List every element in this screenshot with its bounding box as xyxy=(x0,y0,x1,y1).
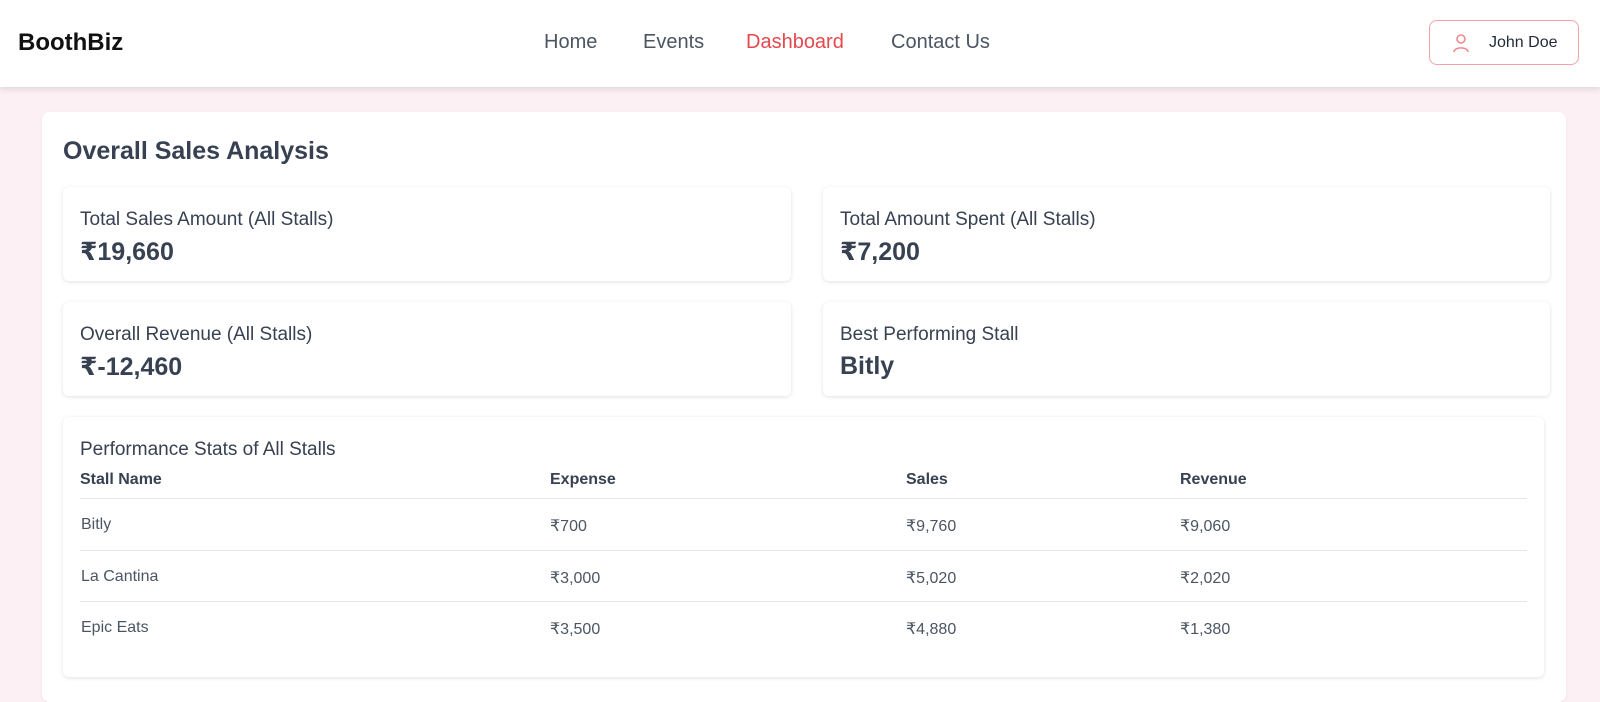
cell-stall-name: Bitly xyxy=(81,516,112,533)
nav-links: Home Events Dashboard Contact Us xyxy=(0,31,1600,61)
stat-value: ₹7,200 xyxy=(840,238,920,266)
navbar: BoothBiz Home Events Dashboard Contact U… xyxy=(0,0,1600,87)
stat-label: Best Performing Stall xyxy=(840,324,1019,345)
nav-link-contact-us[interactable]: Contact Us xyxy=(891,31,990,54)
table-row: Epic Eats ₹3,500 ₹4,880 ₹1,380 xyxy=(80,601,1527,652)
nav-link-home[interactable]: Home xyxy=(544,31,597,54)
stat-label: Overall Revenue (All Stalls) xyxy=(80,324,313,345)
table-row: La Cantina ₹3,000 ₹5,020 ₹2,020 xyxy=(80,550,1527,601)
table-row: Bitly ₹700 ₹9,760 ₹9,060 xyxy=(80,498,1527,549)
cell-revenue: ₹1,380 xyxy=(1180,621,1231,638)
stat-value: ₹19,660 xyxy=(80,238,174,266)
stat-card-best-stall: Best Performing Stall Bitly xyxy=(823,302,1550,396)
cell-revenue: ₹2,020 xyxy=(1180,570,1231,587)
user-menu-button[interactable]: John Doe xyxy=(1429,20,1579,65)
stat-label: Total Amount Spent (All Stalls) xyxy=(840,209,1096,230)
cell-sales: ₹5,020 xyxy=(906,570,957,587)
stat-value: Bitly xyxy=(840,352,895,380)
stat-card-total-sales: Total Sales Amount (All Stalls) ₹19,660 xyxy=(63,187,791,281)
column-header-stall-name: Stall Name xyxy=(80,471,162,488)
cell-stall-name: Epic Eats xyxy=(81,619,149,636)
user-icon xyxy=(1453,34,1469,53)
user-name: John Doe xyxy=(1489,34,1558,51)
stat-card-total-spent: Total Amount Spent (All Stalls) ₹7,200 xyxy=(823,187,1550,281)
page-title: Overall Sales Analysis xyxy=(63,137,329,165)
nav-link-events[interactable]: Events xyxy=(643,31,704,54)
cell-expense: ₹3,000 xyxy=(550,570,601,587)
stall-performance-table: Performance Stats of All Stalls Stall Na… xyxy=(63,417,1544,677)
cell-sales: ₹9,760 xyxy=(906,518,957,535)
stat-label: Total Sales Amount (All Stalls) xyxy=(80,209,334,230)
column-header-expense: Expense xyxy=(550,471,616,488)
column-header-revenue: Revenue xyxy=(1180,471,1247,488)
sales-analysis-card: Overall Sales Analysis Total Sales Amoun… xyxy=(42,112,1566,702)
stat-value: ₹-12,460 xyxy=(80,353,183,381)
stat-card-overall-revenue: Overall Revenue (All Stalls) ₹-12,460 xyxy=(63,302,791,396)
column-header-sales: Sales xyxy=(906,471,948,488)
nav-link-dashboard[interactable]: Dashboard xyxy=(746,31,844,54)
cell-sales: ₹4,880 xyxy=(906,621,957,638)
cell-revenue: ₹9,060 xyxy=(1180,518,1231,535)
cell-expense: ₹3,500 xyxy=(550,621,601,638)
cell-expense: ₹700 xyxy=(550,518,587,535)
cell-stall-name: La Cantina xyxy=(81,568,159,585)
table-title: Performance Stats of All Stalls xyxy=(80,439,336,460)
